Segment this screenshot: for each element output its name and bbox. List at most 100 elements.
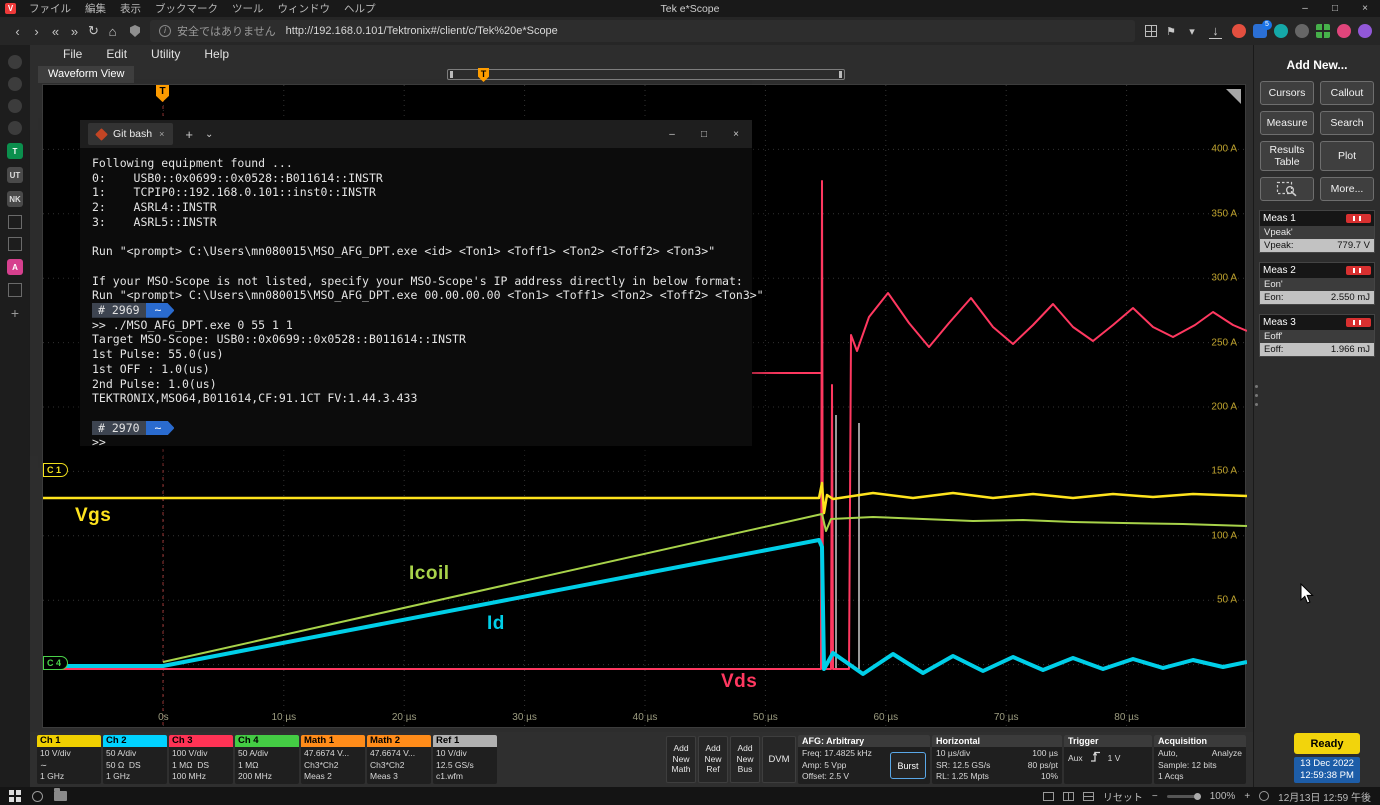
extension-icon-1[interactable] <box>1232 24 1246 38</box>
pan-zoom-overview-bar[interactable]: T <box>447 69 845 80</box>
download-icon[interactable]: ↓ <box>1209 24 1222 39</box>
browser-menu-[interactable]: ブックマーク <box>148 3 225 15</box>
pan-handle-right[interactable] <box>839 71 842 78</box>
maximize-button[interactable]: □ <box>1320 3 1350 14</box>
reload-button[interactable]: ↻ <box>84 23 103 39</box>
terminal-minimize-button[interactable]: – <box>656 129 688 140</box>
acquisition-status-button[interactable]: Ready <box>1294 733 1360 754</box>
info-icon[interactable]: i <box>159 25 171 37</box>
bookmark-dropdown-icon[interactable]: ▾ <box>1185 25 1199 38</box>
browser-menu-[interactable]: ヘルプ <box>337 3 383 15</box>
channel-marker-c-4[interactable]: C 4 <box>43 656 68 670</box>
bookmark-icon[interactable]: ⚑ <box>1164 25 1178 38</box>
browser-menu-[interactable]: ウィンドウ <box>271 3 338 15</box>
plot-button[interactable]: Plot <box>1320 141 1374 171</box>
channel-badge-ch-3[interactable]: Ch 3100 V/div1 MΩ DS100 MHz <box>169 735 233 784</box>
rewind-button[interactable]: « <box>46 24 65 39</box>
results-table-button[interactable]: Results Table <box>1260 141 1314 171</box>
terminal-titlebar[interactable]: Git bash × + ⌄ – □ × <box>80 120 752 148</box>
browser-menu-[interactable]: 編集 <box>78 3 113 15</box>
panel-dot-icon-1[interactable] <box>8 55 22 69</box>
channel-badge-ch-4[interactable]: Ch 450 A/div1 MΩ200 MHz <box>235 735 299 784</box>
tile-rows-icon[interactable] <box>1083 792 1094 801</box>
browser-menu-[interactable]: ファイル <box>22 3 78 15</box>
home-button[interactable]: ⌂ <box>103 24 122 39</box>
shield-icon[interactable] <box>130 25 140 37</box>
browser-menu-[interactable]: ツール <box>225 3 271 15</box>
panel-dot-icon-3[interactable] <box>8 99 22 113</box>
callout-button[interactable]: Callout <box>1320 81 1374 105</box>
extension-icon-5[interactable] <box>1316 24 1330 38</box>
zoom-reset-button[interactable]: リセット <box>1103 789 1143 804</box>
trigger-badge[interactable]: Trigger Aux 1 V <box>1064 735 1152 784</box>
panel-dot-icon-2[interactable] <box>8 77 22 91</box>
nk-panel-icon[interactable]: NK <box>7 191 23 207</box>
tile-single-icon[interactable] <box>1043 792 1054 801</box>
extension-icon-6[interactable] <box>1337 24 1351 38</box>
zoom-in-button[interactable]: + <box>1244 791 1250 802</box>
panel-splitter-handle[interactable] <box>1255 385 1258 406</box>
files-icon[interactable] <box>54 791 67 801</box>
ut-panel-icon[interactable]: UT <box>7 167 23 183</box>
close-button[interactable]: × <box>1350 3 1380 14</box>
browser-logo-icon[interactable]: V <box>5 3 16 14</box>
add-new-math-button[interactable]: AddNewMath <box>666 736 696 783</box>
tab-dropdown-icon[interactable]: ⌄ <box>205 129 213 140</box>
magnifier-box-button[interactable] <box>1260 177 1314 201</box>
measure-button[interactable]: Measure <box>1260 111 1314 135</box>
fast-forward-button[interactable]: » <box>65 24 84 39</box>
back-button[interactable]: ‹ <box>8 24 27 39</box>
minimize-button[interactable]: – <box>1290 3 1320 14</box>
channel-badge-ch-1[interactable]: Ch 110 V/div∼1 GHz <box>37 735 101 784</box>
menu-help[interactable]: Help <box>193 47 240 64</box>
acquisition-badge[interactable]: Acquisition Auto, Analyze Sample: 12 bit… <box>1154 735 1246 784</box>
pan-handle-left[interactable] <box>450 71 453 78</box>
grid-panel-icon-3[interactable] <box>8 283 22 297</box>
extension-icon-3[interactable] <box>1274 24 1288 38</box>
meas-badge-2[interactable]: Meas 2Eon'Eon:2.550 mJ <box>1259 262 1375 305</box>
new-tab-button[interactable]: + <box>185 127 193 142</box>
burst-button[interactable]: Burst <box>890 752 926 779</box>
grid-panel-icon-1[interactable] <box>8 215 22 229</box>
channel-marker-c-1[interactable]: C 1 <box>43 463 68 477</box>
zoom-out-button[interactable]: − <box>1152 791 1158 802</box>
channel-badge-math-1[interactable]: Math 147.6674 V...Ch3*Ch2Meas 2 <box>301 735 365 784</box>
add-web-panel-button[interactable]: + <box>11 305 19 321</box>
meas-badge-3[interactable]: Meas 3Eoff'Eoff:1.966 mJ <box>1259 314 1375 357</box>
terminal-close-button[interactable]: × <box>720 129 752 140</box>
grid-panel-icon-2[interactable] <box>8 237 22 251</box>
tile-columns-icon[interactable] <box>1063 792 1074 801</box>
meas-badge-1[interactable]: Meas 1Vpeak'Vpeak:779.7 V <box>1259 210 1375 253</box>
extension-icon-7[interactable] <box>1358 24 1372 38</box>
tab-close-icon[interactable]: × <box>159 129 164 139</box>
add-new-bus-button[interactable]: AddNewBus <box>730 736 760 783</box>
dvm-button[interactable]: DVM <box>762 736 796 783</box>
waveform-view-tab[interactable]: Waveform View <box>38 66 134 83</box>
browser-menu-[interactable]: 表示 <box>113 3 148 15</box>
channel-badge-math-2[interactable]: Math 247.6674 V...Ch3*Ch2Meas 3 <box>367 735 431 784</box>
add-new-ref-button[interactable]: AddNewRef <box>698 736 728 783</box>
tab-tiling-icon[interactable] <box>1145 25 1157 37</box>
channel-badge-ref-1[interactable]: Ref 110 V/div12.5 GS/sc1.wfm <box>433 735 497 784</box>
forward-button[interactable]: › <box>27 24 46 39</box>
tektronix-panel-icon[interactable]: T <box>7 143 23 159</box>
address-bar[interactable]: i 安全ではありません http://192.168.0.101/Tektron… <box>150 20 1135 42</box>
terminal-tab[interactable]: Git bash × <box>88 123 173 145</box>
sync-status-icon[interactable] <box>32 791 43 802</box>
extension-icon-2[interactable]: 5 <box>1253 24 1267 38</box>
draw-a-box-icon[interactable] <box>1226 89 1241 104</box>
a-panel-icon[interactable]: A <box>7 259 23 275</box>
menu-edit[interactable]: Edit <box>95 47 138 64</box>
clock-text[interactable]: 12月13日 12:59 午後 <box>1278 789 1371 804</box>
zoom-slider[interactable] <box>1167 795 1201 798</box>
menu-utility[interactable]: Utility <box>140 47 191 64</box>
terminal-maximize-button[interactable]: □ <box>688 129 720 140</box>
start-button[interactable] <box>9 790 21 802</box>
panel-dot-icon-4[interactable] <box>8 121 22 135</box>
cursors-button[interactable]: Cursors <box>1260 81 1314 105</box>
extension-icon-4[interactable] <box>1295 24 1309 38</box>
more-button[interactable]: More... <box>1320 177 1374 201</box>
channel-badge-ch-2[interactable]: Ch 250 A/div50 Ω DS1 GHz <box>103 735 167 784</box>
afg-badge[interactable]: AFG: Arbitrary Freq: 17.4825 kHz Amp: 5 … <box>798 735 930 784</box>
search-button[interactable]: Search <box>1320 111 1374 135</box>
